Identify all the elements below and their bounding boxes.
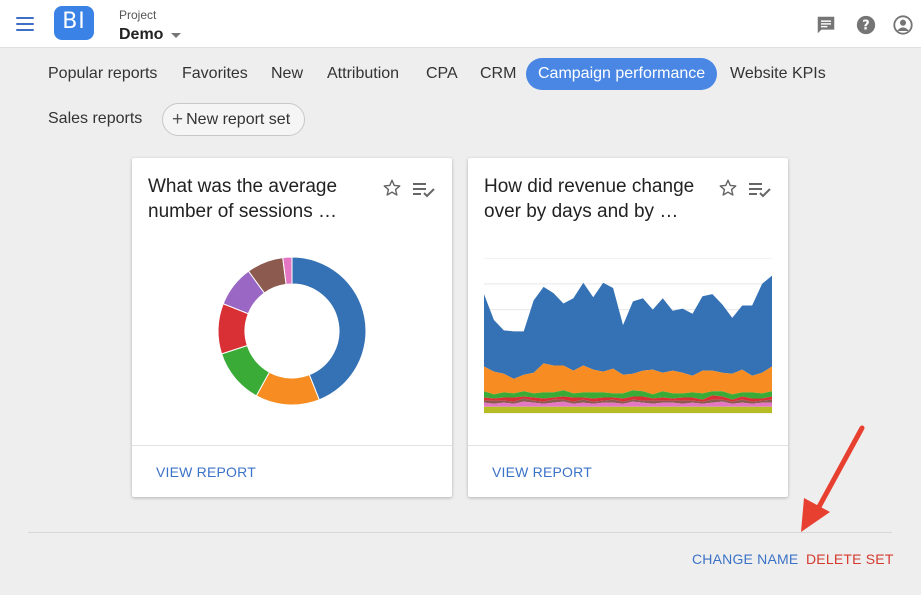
chevron-down-icon [171,32,182,38]
star-icon[interactable] [382,178,402,198]
menu-icon[interactable] [14,14,36,34]
help-icon[interactable]: ? [855,14,877,36]
tab-popular-reports[interactable]: Popular reports [48,58,157,90]
area-series [484,275,772,379]
feedback-icon[interactable] [815,14,837,36]
project-selector[interactable]: Demo [119,25,182,45]
playlist-check-icon[interactable] [413,182,437,198]
tab-attribution[interactable]: Attribution [327,58,399,90]
report-card: How did revenue change over by days and … [468,158,788,497]
tab-sales-reports[interactable]: Sales reports [48,103,142,135]
tab-crm[interactable]: CRM [480,58,516,90]
project-value: Demo [119,26,164,43]
view-report-button[interactable]: VIEW REPORT [156,464,256,480]
app-logo[interactable]: BI [54,6,94,40]
tab-new[interactable]: New [271,58,303,90]
plus-icon: + [172,109,184,130]
playlist-check-icon[interactable] [749,182,773,198]
svg-text:?: ? [862,19,869,34]
new-report-set-label: New report set [186,110,291,128]
report-title-line: over by days and by … [484,201,679,222]
tab-campaign-performance[interactable]: Campaign performance [526,58,718,90]
report-title-line: What was the average [148,176,338,197]
report-title-line: How did revenue change [484,176,695,197]
delete-set-button[interactable]: DELETE SET [806,551,894,567]
tab-cpa[interactable]: CPA [426,58,458,90]
report-title-line: number of sessions … [148,201,338,222]
report-title: How did revenue change over by days and … [484,174,709,224]
divider [468,445,788,446]
tab-website-kpis[interactable]: Website KPIs [730,58,826,90]
new-report-set-button[interactable]: + New report set [162,103,305,136]
account-icon[interactable] [892,14,914,36]
report-title: What was the average number of sessions … [148,174,373,224]
change-name-button[interactable]: CHANGE NAME [692,551,798,567]
logo-text: BI [62,9,86,34]
view-report-button[interactable]: VIEW REPORT [492,464,592,480]
area-series [484,406,772,413]
area-chart [484,258,772,414]
annotation-arrow [801,425,865,532]
divider [28,532,892,533]
star-icon[interactable] [718,178,738,198]
top-app-bar: BI Project Demo ? [0,0,921,48]
divider [132,445,452,446]
donut-chart [217,256,367,406]
tab-favorites[interactable]: Favorites [182,58,248,90]
report-card: What was the average number of sessions … [132,158,452,497]
project-label: Project [119,8,157,22]
